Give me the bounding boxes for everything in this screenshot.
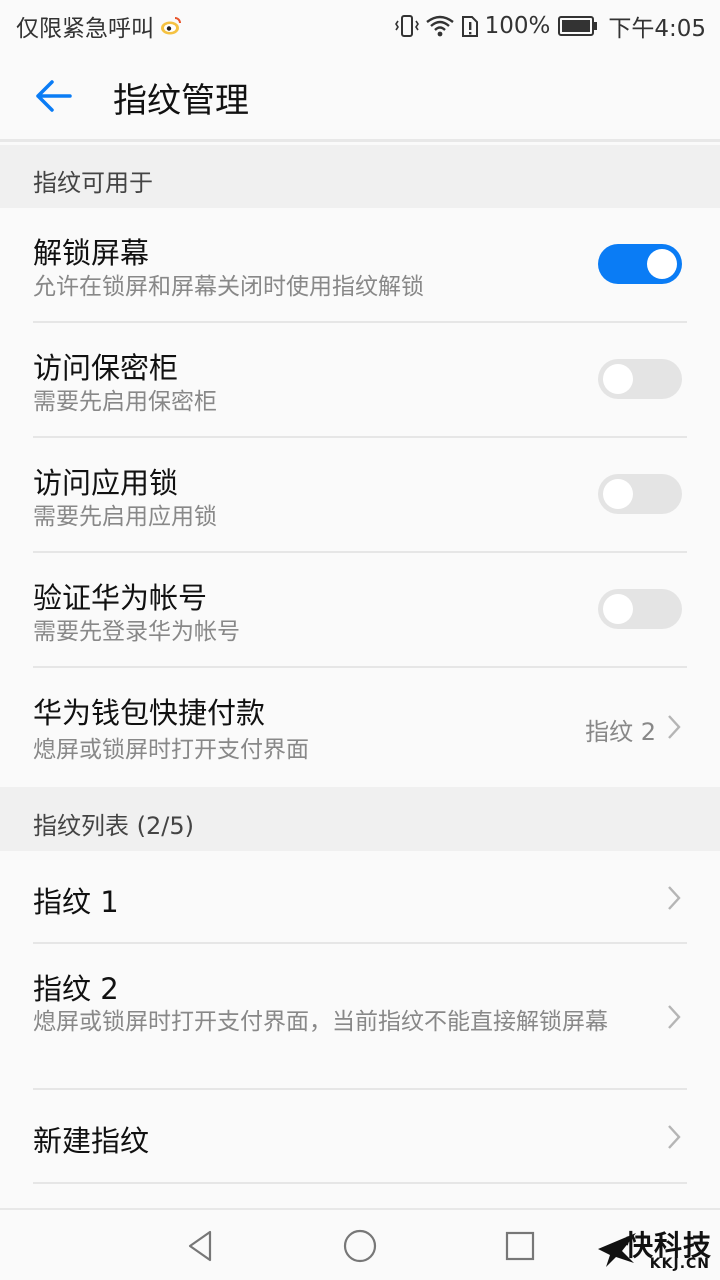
item-title: 新建指纹 bbox=[33, 1124, 150, 1158]
battery-icon bbox=[558, 16, 598, 36]
item-title: 访问保密柜 bbox=[33, 351, 179, 385]
arrow-left-icon[interactable] bbox=[30, 72, 78, 120]
vibrate-icon bbox=[394, 15, 419, 37]
item-subtitle: 允许在锁屏和屏幕关闭时使用指纹解锁 bbox=[33, 274, 424, 300]
item-title: 解锁屏幕 bbox=[33, 236, 150, 270]
item-title: 指纹 2 bbox=[33, 972, 119, 1006]
wallet-fingerprint-value: 指纹 2 bbox=[585, 718, 656, 746]
app-lock-toggle[interactable] bbox=[598, 474, 682, 514]
status-left: 仅限紧急呼叫 bbox=[16, 9, 182, 43]
list-item-fingerprint-1[interactable]: 指纹 1 bbox=[0, 851, 720, 944]
huawei-account-toggle[interactable] bbox=[598, 589, 682, 629]
list-item-huawei-wallet[interactable]: 华为钱包快捷付款 熄屏或锁屏时打开支付界面 指纹 2 bbox=[0, 668, 720, 787]
watermark-en: KKJ.CN bbox=[649, 1256, 710, 1272]
divider bbox=[33, 1182, 687, 1184]
list-item-huawei-account[interactable]: 验证华为帐号 需要先登录华为帐号 bbox=[0, 553, 720, 668]
chevron-right-icon bbox=[668, 1005, 681, 1029]
list-item-fingerprint-2[interactable]: 指纹 2 熄屏或锁屏时打开支付界面，当前指纹不能直接解锁屏幕 bbox=[0, 944, 720, 1090]
status-right: 100% 下午4:05 bbox=[394, 9, 706, 43]
toggle-knob bbox=[603, 479, 633, 509]
list-item-new-fingerprint[interactable]: 新建指纹 bbox=[0, 1090, 720, 1184]
navigation-bar: 快科技 KKJ.CN bbox=[0, 1208, 720, 1280]
section-header-fingerprint-list: 指纹列表 (2/5) bbox=[0, 787, 720, 851]
back-triangle-icon[interactable] bbox=[180, 1226, 220, 1266]
item-subtitle: 熄屏或锁屏时打开支付界面 bbox=[33, 737, 309, 763]
safe-box-toggle[interactable] bbox=[598, 359, 682, 399]
section-header-usage: 指纹可用于 bbox=[0, 145, 720, 208]
sim-alert-icon bbox=[461, 16, 478, 37]
list-item-safe-box[interactable]: 访问保密柜 需要先启用保密柜 bbox=[0, 323, 720, 438]
clock: 下午4:05 bbox=[608, 16, 706, 42]
toggle-knob bbox=[603, 594, 633, 624]
chevron-right-icon bbox=[668, 886, 681, 910]
item-title: 华为钱包快捷付款 bbox=[33, 696, 266, 730]
chevron-right-icon bbox=[668, 715, 681, 739]
item-subtitle: 需要先启用保密柜 bbox=[33, 389, 217, 415]
unlock-screen-toggle[interactable] bbox=[598, 244, 682, 284]
list-item-app-lock[interactable]: 访问应用锁 需要先启用应用锁 bbox=[0, 438, 720, 553]
item-subtitle: 熄屏或锁屏时打开支付界面，当前指纹不能直接解锁屏幕 bbox=[33, 1009, 608, 1035]
toggle-knob bbox=[647, 249, 677, 279]
toggle-knob bbox=[603, 364, 633, 394]
recents-square-icon[interactable] bbox=[500, 1226, 540, 1266]
battery-percent: 100% bbox=[484, 13, 551, 39]
item-title: 验证华为帐号 bbox=[33, 581, 208, 615]
page-title: 指纹管理 bbox=[113, 81, 249, 121]
carrier-text: 仅限紧急呼叫 bbox=[16, 16, 154, 42]
app-bar: 指纹管理 bbox=[0, 50, 720, 142]
wifi-icon bbox=[425, 15, 454, 37]
status-bar: 仅限紧急呼叫 100% 下午4:05 bbox=[0, 0, 720, 50]
item-subtitle: 需要先登录华为帐号 bbox=[33, 619, 240, 645]
list-item-unlock-screen[interactable]: 解锁屏幕 允许在锁屏和屏幕关闭时使用指纹解锁 bbox=[0, 208, 720, 323]
weibo-icon bbox=[161, 17, 181, 35]
item-title: 访问应用锁 bbox=[33, 466, 179, 500]
chevron-right-icon bbox=[668, 1125, 681, 1149]
item-title: 指纹 1 bbox=[33, 885, 119, 919]
item-subtitle: 需要先启用应用锁 bbox=[33, 504, 217, 530]
home-circle-icon[interactable] bbox=[340, 1226, 380, 1266]
